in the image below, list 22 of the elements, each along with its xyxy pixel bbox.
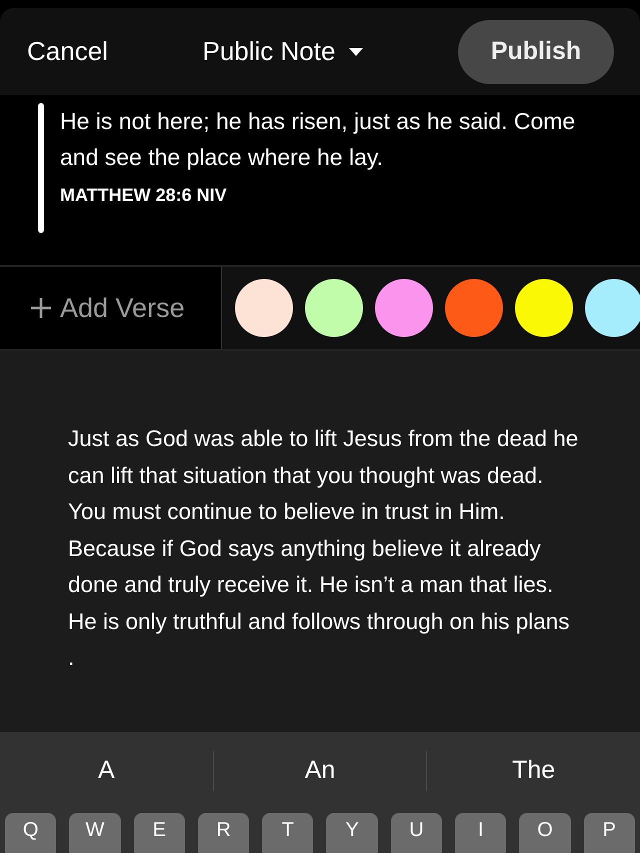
- caret-icon: [349, 48, 364, 56]
- note-type-dropdown[interactable]: Public Note: [202, 36, 364, 67]
- key-button[interactable]: P: [584, 813, 635, 853]
- publish-button[interactable]: Publish: [458, 20, 614, 84]
- key-button[interactable]: R: [198, 813, 250, 853]
- plus-icon: [30, 297, 52, 319]
- key-button[interactable]: W: [69, 813, 121, 853]
- suggestion-button[interactable]: A: [0, 756, 213, 785]
- key-button[interactable]: Q: [5, 813, 56, 853]
- key-button[interactable]: Y: [326, 813, 378, 853]
- key-button[interactable]: U: [390, 813, 442, 853]
- key-button[interactable]: T: [262, 813, 314, 853]
- cancel-button[interactable]: Cancel: [27, 36, 108, 67]
- add-verse-button[interactable]: Add Verse: [0, 267, 222, 349]
- key-button[interactable]: I: [455, 813, 506, 853]
- verse-text: He is not here; he has risen, just as he said. Come and see the place where he lay.: [60, 107, 576, 172]
- key-button[interactable]: O: [519, 813, 571, 853]
- suggestion-button[interactable]: The: [427, 756, 640, 785]
- color-swatch[interactable]: [585, 279, 640, 337]
- verse-reference: MATTHEW 28:6 NIV: [60, 185, 228, 206]
- key-button[interactable]: E: [134, 813, 185, 853]
- suggestion-button[interactable]: An: [214, 756, 426, 785]
